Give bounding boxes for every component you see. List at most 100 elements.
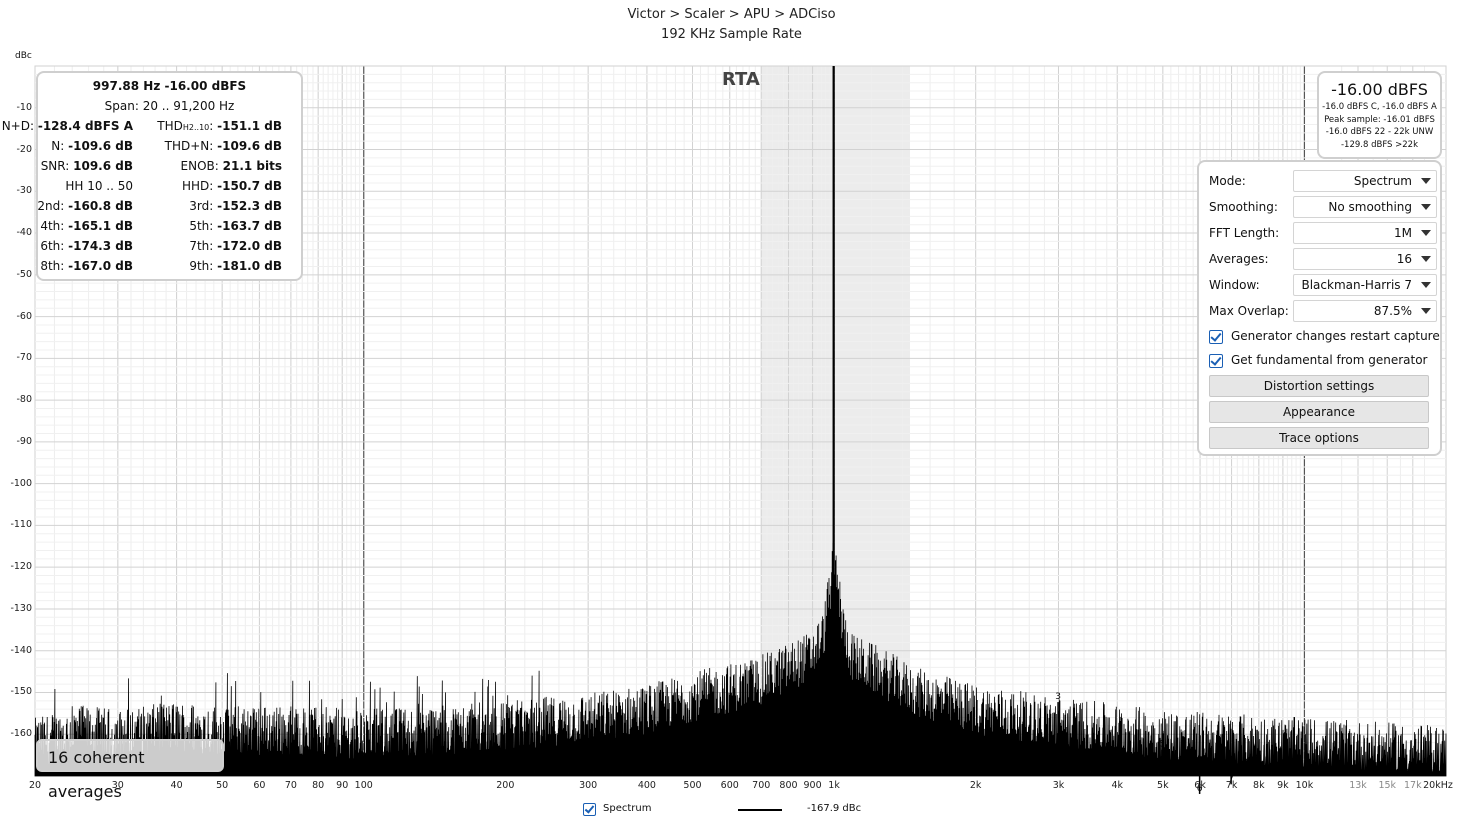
checkbox-checked-icon [1209, 354, 1223, 368]
stat-value: -174.3 dB [68, 239, 133, 253]
stats-span: Span: 20 .. 91,200 Hz [38, 99, 301, 119]
y-tick-label: -160 [10, 728, 32, 740]
stats-left-cell: 6th: -174.3 dB [40, 239, 133, 253]
rta-settings-panel: Mode: Spectrum Smoothing: No smoothing FFT L… [1197, 160, 1442, 456]
stat-label: 3rd: [189, 199, 214, 213]
x-tick-label: 90 [336, 780, 349, 791]
y-tick-label: -140 [10, 644, 32, 656]
y-tick-label: -120 [10, 561, 32, 573]
stat-label: HHD: [181, 179, 214, 193]
x-tick-label: 20 [28, 780, 42, 791]
level-line: -16.0 dBFS 22 - 22k UNW [1325, 127, 1434, 137]
stat-value: -109.6 dB [68, 139, 133, 153]
stats-span-text: Span: 20 .. 91,200 Hz [104, 99, 235, 113]
y-tick-label: -50 [16, 268, 32, 280]
stats-right-cell: 3rd: -152.3 dB [189, 199, 282, 213]
stat-label: 7th: [189, 239, 214, 253]
harmonic-label: 5 [1160, 740, 1166, 750]
y-tick-label: -20 [16, 143, 32, 155]
x-tick-label: 8k [1253, 780, 1265, 791]
harmonic-label: 8 [1256, 753, 1262, 763]
setting-label: Window: [1209, 278, 1260, 292]
x-tick-label: 20kHz [1423, 780, 1453, 791]
stats-row: SNR: 109.6 dB ENOB: 21.1 bits [38, 159, 301, 179]
stats-row: N: -109.6 dB THD+N: -109.6 dB [38, 139, 301, 159]
setting-label: FFT Length: [1209, 226, 1280, 240]
stat-label: 8th: [40, 259, 65, 273]
stat-label: THD [157, 119, 183, 133]
setting-label: Mode: [1209, 174, 1246, 188]
y-tick-label: -130 [10, 602, 32, 614]
stats-left-cell: 8th: -167.0 dB [40, 259, 133, 273]
stat-label: 9th: [189, 259, 214, 273]
stat-value: -150.7 dB [217, 179, 282, 193]
stats-row: 4th: -165.1 dB 5th: -163.7 dB [38, 219, 301, 239]
distortion-stats-panel[interactable]: 997.88 Hz -16.00 dBFS Span: 20 .. 91,200… [2, 71, 303, 281]
checkbox-checked-icon [1209, 330, 1223, 344]
x-tick-label: 3k [1052, 780, 1065, 791]
level-meter-panel[interactable]: -16.00 dBFS -16.0 dBFS C, -16.0 dBFS A P… [1317, 71, 1442, 159]
y-tick-label: -100 [10, 477, 32, 489]
mode-dropdown[interactable]: Spectrum [1293, 170, 1437, 192]
x-tick-label: 900 [803, 780, 822, 791]
stats-right-cell: ENOB: 21.1 bits [181, 159, 282, 173]
smoothing-setting: Smoothing: No smoothing [1209, 196, 1437, 218]
stats-left-cell: 4th: -165.1 dB [40, 219, 133, 233]
setting-label: Averages: [1209, 252, 1269, 266]
stat-value: -172.0 dB [217, 239, 282, 253]
stats-right-cell: 7th: -172.0 dB [189, 239, 282, 253]
window-dropdown[interactable]: Blackman-Harris 7 [1293, 274, 1437, 296]
chevron-down-icon [1421, 178, 1431, 184]
dropdown-value: Blackman-Harris 7 [1301, 278, 1412, 292]
harmonic-label: 4 [1114, 746, 1120, 756]
checkbox-label: Get fundamental from generator [1231, 353, 1428, 367]
spectrum-visibility-checkbox[interactable] [583, 803, 596, 816]
dropdown-value: 1M [1394, 226, 1412, 240]
y-tick-label: -40 [16, 227, 32, 239]
y-tick-label: -70 [16, 352, 32, 364]
stat-value: -163.7 dB [217, 219, 282, 233]
dropdown-value: 16 [1396, 252, 1412, 266]
smoothing-dropdown[interactable]: No smoothing [1293, 196, 1437, 218]
setting-label: Max Overlap: [1209, 304, 1289, 318]
checkbox-label: Generator changes restart capture [1231, 329, 1440, 343]
stat-label: N+D: [1, 119, 35, 133]
stats-row: 8th: -167.0 dB 9th: -181.0 dB [38, 259, 301, 279]
averages-dropdown[interactable]: 16 [1293, 248, 1437, 270]
max-overlap-dropdown[interactable]: 87.5% [1293, 300, 1437, 322]
x-tick-label: 1k [828, 780, 840, 791]
trace-options-button[interactable]: Trace options [1209, 427, 1429, 449]
stat-value: -151.1 dB [217, 119, 282, 133]
x-tick-label: 600 [720, 780, 739, 791]
x-tick-label: 17k [1404, 780, 1422, 791]
x-tick-label: 4k [1111, 780, 1124, 791]
appearance-button[interactable]: Appearance [1209, 401, 1429, 423]
averages-setting: Averages: 16 [1209, 248, 1437, 270]
chevron-down-icon [1421, 256, 1431, 262]
stat-label: 2nd: [37, 199, 65, 213]
stat-value: 109.6 dB [73, 159, 133, 173]
fft-length-dropdown[interactable]: 1M [1293, 222, 1437, 244]
stat-value: -181.0 dB [217, 259, 282, 273]
fft-length-setting: FFT Length: 1M [1209, 222, 1437, 244]
stats-left-cell: N+D: -128.4 dBFS A [2, 119, 133, 133]
x-tick-label: 10k [1295, 780, 1314, 791]
stat-label: N: [51, 139, 65, 153]
chevron-down-icon [1421, 282, 1431, 288]
x-tick-label: 6k [1194, 780, 1206, 791]
stat-label: HH 10 .. 50 [65, 179, 133, 193]
y-tick-label: -90 [16, 435, 32, 447]
stats-left-cell: N: -109.6 dB [51, 139, 133, 153]
stat-label-subscript: H2..10 [182, 123, 210, 132]
stat-value: -160.8 dB [68, 199, 133, 213]
distortion-settings-button[interactable]: Distortion settings [1209, 375, 1429, 397]
stat-value: 21.1 bits [222, 159, 282, 173]
stat-value: -128.4 dBFS A [37, 119, 133, 133]
stat-value: -167.0 dB [68, 259, 133, 273]
x-tick-label: 80 [312, 780, 325, 791]
stat-label: 4th: [40, 219, 65, 233]
chevron-down-icon [1421, 204, 1431, 210]
x-tick-label: 500 [683, 780, 702, 791]
legend-series-name: Spectrum [603, 803, 652, 814]
y-tick-label: -10 [16, 101, 32, 113]
